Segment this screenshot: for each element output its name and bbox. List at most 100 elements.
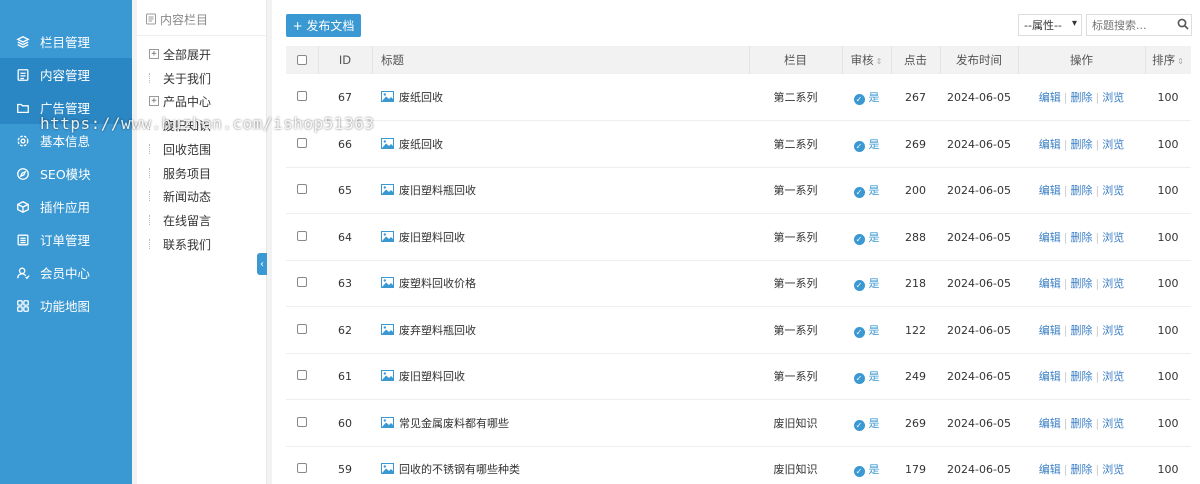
- row-title-text: 废旧塑料回收: [399, 370, 465, 383]
- edit-link[interactable]: 编辑: [1039, 417, 1061, 430]
- view-link[interactable]: 浏览: [1102, 417, 1124, 430]
- row-title[interactable]: 回收的不锈钢有哪些种类: [381, 463, 520, 477]
- delete-link[interactable]: 删除: [1071, 324, 1093, 337]
- row-title[interactable]: 废纸回收: [381, 137, 443, 152]
- column-divider: [372, 46, 373, 74]
- tree-node-message[interactable]: 在线留言: [149, 211, 211, 229]
- tree-node-products[interactable]: + 产品中心: [149, 92, 211, 110]
- row-checkbox[interactable]: [297, 184, 307, 194]
- row-checkbox[interactable]: [297, 91, 307, 101]
- row-audit[interactable]: ✓ 是: [842, 184, 891, 198]
- row-audit[interactable]: ✓ 是: [842, 277, 891, 291]
- row-title[interactable]: 废旧塑料瓶回收: [381, 184, 476, 198]
- edit-link[interactable]: 编辑: [1039, 138, 1061, 151]
- row-checkbox[interactable]: [297, 463, 307, 473]
- edit-link[interactable]: 编辑: [1039, 184, 1061, 197]
- delete-link[interactable]: 删除: [1071, 231, 1093, 244]
- op-separator: |: [1063, 370, 1068, 383]
- sidebar-item-content-manage[interactable]: 内容管理: [0, 58, 132, 91]
- row-title[interactable]: 废弃塑料瓶回收: [381, 323, 476, 338]
- row-column: 第二系列: [773, 91, 818, 104]
- delete-link[interactable]: 删除: [1071, 277, 1093, 290]
- row-title-text: 废纸回收: [399, 91, 443, 104]
- row-checkbox[interactable]: [297, 277, 307, 287]
- sidebar: 栏目管理 内容管理 广告管理 基本信息 SEO模块 插件应用 订单管理 会员中心…: [0, 0, 132, 484]
- view-link[interactable]: 浏览: [1102, 184, 1124, 197]
- row-title[interactable]: 废塑料回收价格: [381, 277, 476, 291]
- image-icon: [381, 370, 394, 381]
- row-column: 第一系列: [773, 370, 818, 383]
- tree-node-recycle-scope[interactable]: 回收范围: [149, 140, 211, 158]
- row-ops: 编辑 | 删除 | 浏览: [1018, 417, 1145, 431]
- expand-icon[interactable]: +: [149, 96, 159, 106]
- view-link[interactable]: 浏览: [1102, 277, 1124, 290]
- row-audit[interactable]: ✓ 是: [842, 463, 891, 477]
- th-order[interactable]: 排序 ⇕: [1145, 46, 1191, 74]
- edit-link[interactable]: 编辑: [1039, 91, 1061, 104]
- sidebar-item-function-map[interactable]: 功能地图: [0, 289, 132, 322]
- delete-link[interactable]: 删除: [1071, 184, 1093, 197]
- sidebar-item-orders[interactable]: 订单管理: [0, 223, 132, 256]
- view-link[interactable]: 浏览: [1102, 370, 1124, 383]
- row-audit[interactable]: ✓ 是: [842, 417, 891, 431]
- op-separator: |: [1063, 416, 1068, 430]
- publish-document-button[interactable]: + 发布文档: [286, 14, 361, 37]
- row-audit[interactable]: ✓ 是: [842, 138, 891, 152]
- row-checkbox[interactable]: [297, 323, 307, 334]
- row-audit[interactable]: ✓ 是: [842, 324, 891, 338]
- row-checkbox[interactable]: [297, 370, 307, 380]
- tree-node-about[interactable]: 关于我们: [149, 69, 211, 87]
- row-checkbox[interactable]: [297, 137, 307, 148]
- select-all-checkbox[interactable]: [297, 55, 307, 65]
- row-title[interactable]: 废纸回收: [381, 91, 443, 105]
- delete-link[interactable]: 删除: [1071, 91, 1093, 104]
- sidebar-item-column-manage[interactable]: 栏目管理: [0, 25, 132, 58]
- sidebar-item-label: 栏目管理: [40, 35, 91, 50]
- view-link[interactable]: 浏览: [1102, 138, 1124, 151]
- attribute-select[interactable]: --属性-- ▾: [1018, 14, 1082, 36]
- tree-node-contact[interactable]: 联系我们: [149, 235, 211, 253]
- tree-line: [149, 73, 159, 83]
- row-audit[interactable]: ✓ 是: [842, 91, 891, 105]
- row-order: 100: [1157, 323, 1179, 337]
- view-link[interactable]: 浏览: [1102, 231, 1124, 244]
- view-link[interactable]: 浏览: [1102, 463, 1124, 476]
- row-title[interactable]: 常见金属废料都有哪些: [381, 416, 509, 431]
- chevron-down-icon: ▾: [1071, 18, 1077, 29]
- tree-node-expand-all[interactable]: + 全部展开: [149, 45, 211, 63]
- edit-link[interactable]: 编辑: [1039, 370, 1061, 383]
- row-audit-text: 是: [868, 416, 880, 430]
- collapse-tree-button[interactable]: ‹: [257, 253, 267, 275]
- tree-header-label: 内容栏目: [160, 12, 209, 27]
- row-order: 100: [1157, 91, 1179, 104]
- edit-link[interactable]: 编辑: [1039, 324, 1061, 337]
- delete-link[interactable]: 删除: [1071, 370, 1093, 383]
- tree-node-news[interactable]: 新闻动态: [149, 187, 211, 205]
- sidebar-item-seo[interactable]: SEO模块: [0, 157, 132, 190]
- search-icon[interactable]: [1177, 18, 1189, 30]
- row-audit[interactable]: ✓ 是: [842, 231, 891, 245]
- edit-link[interactable]: 编辑: [1039, 277, 1061, 290]
- expand-icon[interactable]: +: [149, 49, 159, 59]
- image-icon: [381, 230, 394, 242]
- image-icon: [381, 416, 394, 428]
- th-audit[interactable]: 审核 ⇕: [842, 46, 891, 74]
- view-link[interactable]: 浏览: [1102, 324, 1124, 337]
- row-audit[interactable]: ✓ 是: [842, 370, 891, 384]
- row-checkbox[interactable]: [297, 416, 307, 427]
- edit-link[interactable]: 编辑: [1039, 463, 1061, 476]
- sidebar-item-members[interactable]: 会员中心: [0, 256, 132, 289]
- view-link[interactable]: 浏览: [1102, 91, 1124, 104]
- row-title[interactable]: 废旧塑料回收: [381, 230, 465, 245]
- row-title[interactable]: 废旧塑料回收: [381, 370, 465, 384]
- table-row: 60 常见金属废料都有哪些 废旧知识 ✓ 是 269 2024-06-05 编辑 | 删除 | 浏览 1…: [286, 400, 1191, 447]
- check-circle-icon: ✓: [853, 233, 865, 245]
- tree-node-services[interactable]: 服务项目: [149, 164, 211, 182]
- row-checkbox[interactable]: [297, 230, 307, 241]
- delete-link[interactable]: 删除: [1071, 417, 1093, 430]
- delete-link[interactable]: 删除: [1071, 138, 1093, 151]
- row-column: 废旧知识: [773, 416, 818, 430]
- edit-link[interactable]: 编辑: [1039, 231, 1061, 244]
- sidebar-item-plugins[interactable]: 插件应用: [0, 190, 132, 223]
- delete-link[interactable]: 删除: [1071, 463, 1093, 476]
